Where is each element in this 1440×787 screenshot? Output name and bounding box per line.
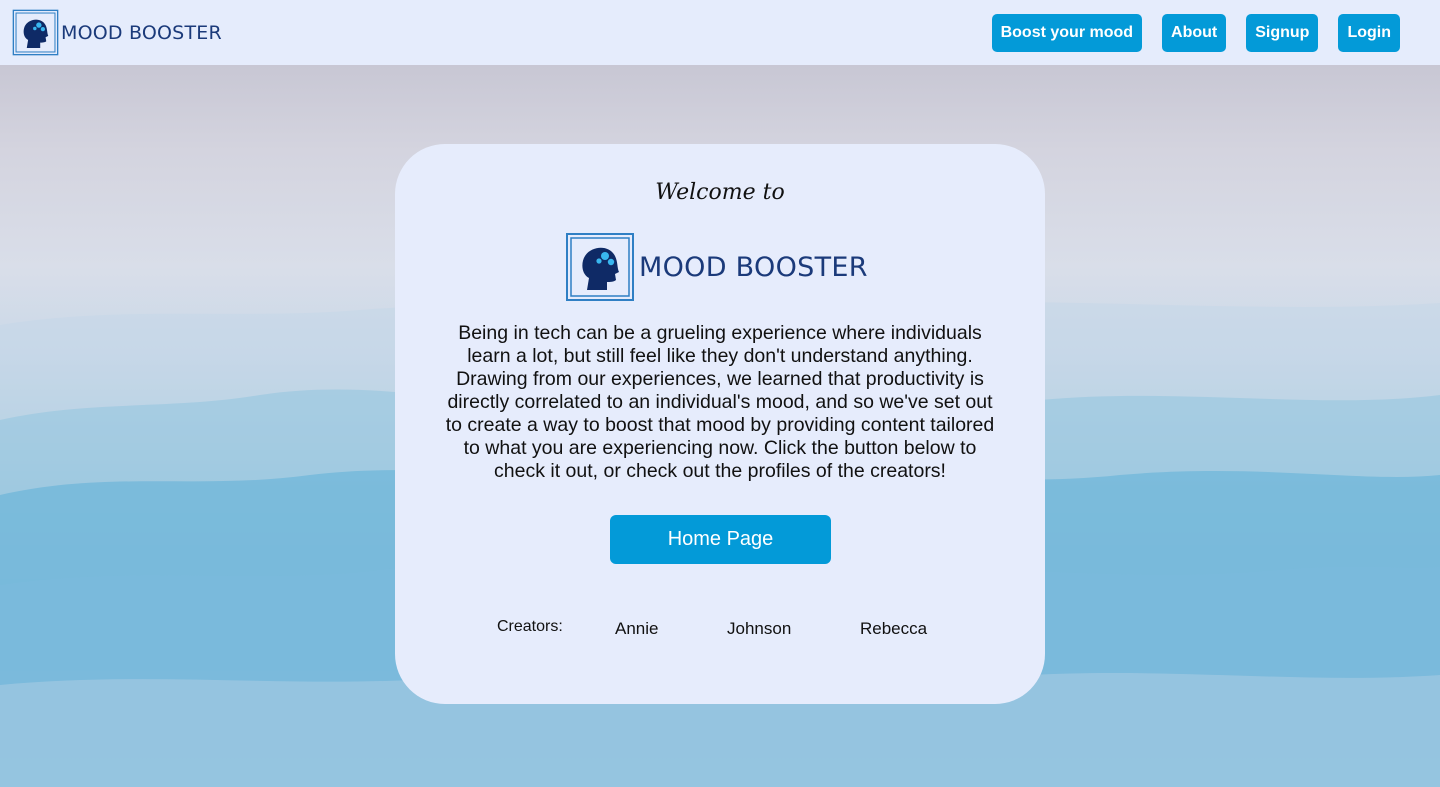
head-gears-logo-icon bbox=[566, 233, 634, 301]
login-button[interactable]: Login bbox=[1338, 13, 1400, 52]
nav-buttons: Boost your mood About Signup Login bbox=[972, 13, 1400, 52]
creator-link-johnson[interactable]: Johnson bbox=[727, 619, 791, 639]
creators-row: Creators: Annie Johnson Rebecca bbox=[395, 618, 1045, 640]
card-brand: MOOD BOOSTER bbox=[565, 232, 868, 302]
creator-link-rebecca[interactable]: Rebecca bbox=[860, 619, 927, 639]
signup-button[interactable]: Signup bbox=[1246, 13, 1319, 52]
navbar: MOOD BOOSTER Boost your mood About Signu… bbox=[0, 0, 1440, 65]
brand-name: MOOD BOOSTER bbox=[61, 21, 222, 44]
boost-mood-button[interactable]: Boost your mood bbox=[991, 13, 1143, 52]
card-brand-name: MOOD BOOSTER bbox=[639, 251, 868, 283]
intro-description: Being in tech can be a grueling experien… bbox=[445, 322, 995, 482]
head-gears-logo-icon bbox=[12, 9, 59, 56]
brand-logo-link[interactable]: MOOD BOOSTER bbox=[12, 9, 222, 56]
home-page-button[interactable]: Home Page bbox=[610, 515, 831, 564]
creators-label: Creators: bbox=[497, 618, 563, 635]
about-button[interactable]: About bbox=[1162, 13, 1227, 52]
welcome-heading: Welcome to bbox=[655, 180, 785, 205]
creator-link-annie[interactable]: Annie bbox=[615, 619, 658, 639]
welcome-card: Welcome to MOOD BOOSTER Being in tech ca… bbox=[395, 144, 1045, 704]
